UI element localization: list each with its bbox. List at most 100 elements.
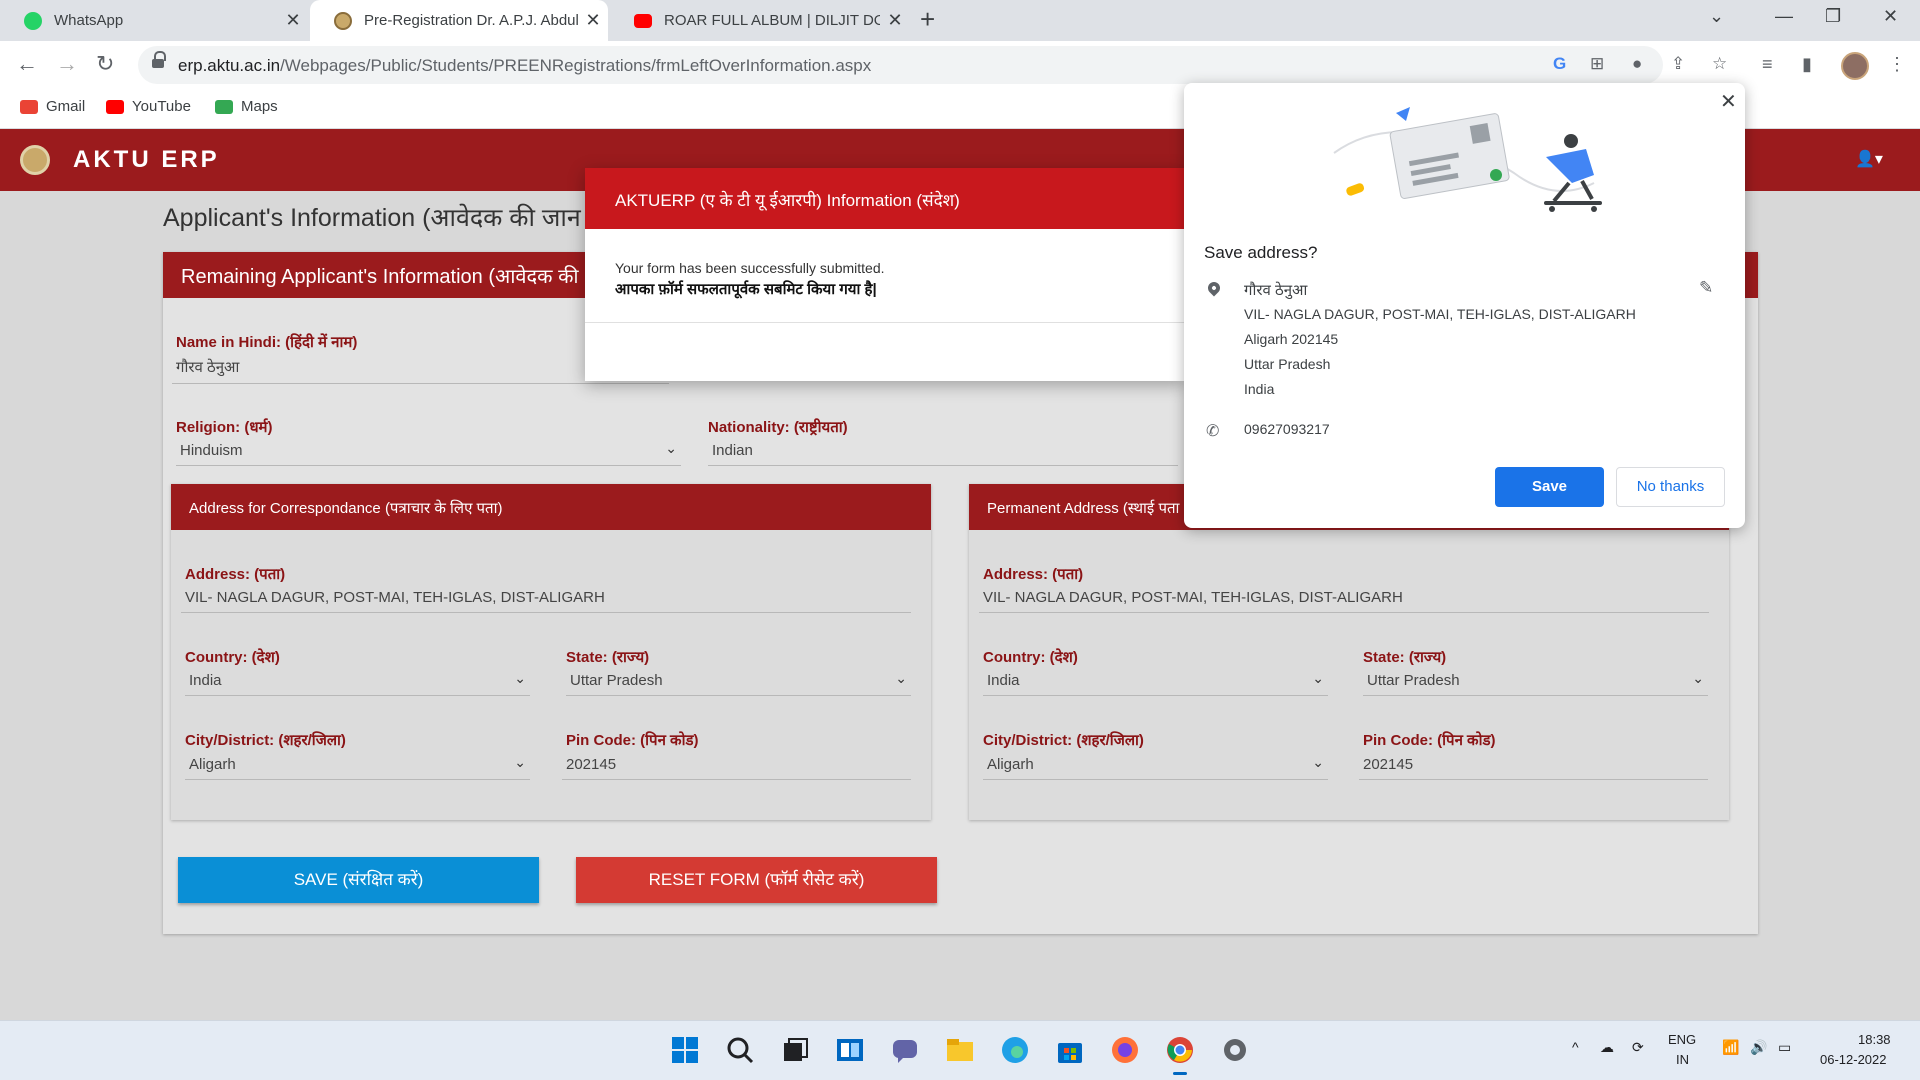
- nationality-field[interactable]: Indian: [708, 442, 1178, 466]
- bookmark-star-icon[interactable]: ☆: [1712, 54, 1727, 74]
- close-tab-icon[interactable]: ✕: [278, 10, 308, 31]
- state-select[interactable]: Uttar Pradesh ⌄: [566, 670, 911, 696]
- close-tab-icon[interactable]: ✕: [578, 10, 608, 31]
- tab-title: WhatsApp: [54, 12, 124, 29]
- modal-message-english: Your form has been successfully submitte…: [615, 260, 885, 276]
- save-address-button[interactable]: Save: [1495, 467, 1604, 507]
- address-label: Address: (पता): [983, 566, 1084, 583]
- new-tab-button[interactable]: +: [920, 4, 935, 35]
- sync-icon[interactable]: ⟳: [1632, 1039, 1644, 1056]
- chrome-icon[interactable]: [1165, 1035, 1195, 1075]
- illustration-skater: [1544, 134, 1602, 212]
- address-field[interactable]: VIL- NAGLA DAGUR, POST-MAI, TEH-IGLAS, D…: [979, 589, 1709, 613]
- country-select[interactable]: India ⌄: [983, 670, 1328, 696]
- start-menu-icon[interactable]: [670, 1035, 700, 1065]
- chevron-down-icon: ⌄: [1312, 670, 1324, 686]
- tab-pre-registration[interactable]: Pre-Registration Dr. A.P.J. Abdul ✕: [310, 0, 608, 41]
- name-hindi-label: Name in Hindi: (हिंदी में नाम): [176, 334, 358, 351]
- illustration-pill: [1346, 183, 1365, 196]
- tab-title: ROAR FULL ALBUM | DILJIT DOS: [664, 12, 880, 29]
- location-pin-icon[interactable]: ●: [1632, 54, 1642, 74]
- close-icon[interactable]: ✕: [1720, 89, 1737, 114]
- app-title: AKTU ERP: [73, 146, 220, 173]
- illustration-envelope: [1389, 113, 1510, 199]
- save-button[interactable]: SAVE (संरक्षित करें): [178, 857, 539, 903]
- forward-icon[interactable]: →: [56, 51, 78, 77]
- city-label: City/District: (शहर/जिला): [983, 732, 1144, 749]
- save-address-popup: ✕ Save address? ✎ गौरव ठेनुआ VIL- NAGLA …: [1184, 83, 1745, 528]
- translate-icon[interactable]: ⊞: [1590, 54, 1604, 74]
- google-lens-icon[interactable]: G: [1553, 54, 1566, 74]
- back-icon[interactable]: ←: [16, 51, 38, 77]
- state-select[interactable]: Uttar Pradesh ⌄: [1363, 670, 1708, 696]
- pin-code-field[interactable]: 202145: [1359, 756, 1708, 780]
- show-hidden-icons-chevron-up-icon[interactable]: ^: [1572, 1039, 1579, 1055]
- nationality-label: Nationality: (राष्ट्रीयता): [708, 419, 848, 436]
- user-menu-icon[interactable]: 👤▾: [1855, 149, 1883, 169]
- state-label: State: (राज्य): [1363, 649, 1447, 666]
- city-value: Aligarh: [189, 756, 236, 773]
- pin-code-field[interactable]: 202145: [562, 756, 911, 780]
- chevron-down-icon: ⌄: [1692, 670, 1704, 686]
- close-tab-icon[interactable]: ✕: [880, 10, 910, 31]
- task-view-icon[interactable]: [780, 1035, 810, 1065]
- aktu-favicon-icon: [334, 11, 352, 30]
- onedrive-cloud-icon[interactable]: ☁: [1600, 1039, 1614, 1056]
- url-text[interactable]: erp.aktu.ac.in/Webpages/Public/Students/…: [178, 56, 871, 76]
- gmail-icon: [20, 99, 38, 114]
- language-code[interactable]: ENG: [1668, 1032, 1696, 1047]
- file-explorer-icon[interactable]: [945, 1035, 975, 1065]
- location-pin-icon: [1205, 279, 1223, 297]
- wifi-icon[interactable]: 📶: [1722, 1039, 1739, 1056]
- bookmark-maps[interactable]: Maps: [215, 98, 278, 115]
- illustration-dot: [1490, 169, 1502, 181]
- address-bar[interactable]: erp.aktu.ac.in/Webpages/Public/Students/…: [138, 46, 1727, 84]
- close-window-button[interactable]: ✕: [1883, 6, 1898, 27]
- reload-icon[interactable]: ↻: [96, 51, 114, 77]
- bookmark-youtube[interactable]: YouTube: [106, 98, 191, 115]
- tab-youtube[interactable]: ROAR FULL ALBUM | DILJIT DOS ✕: [610, 0, 910, 41]
- tab-search-icon[interactable]: ⌄: [1709, 6, 1724, 27]
- tab-title: Pre-Registration Dr. A.P.J. Abdul: [364, 12, 578, 29]
- teams-chat-icon[interactable]: [890, 1035, 920, 1065]
- address-line-2: Aligarh 202145: [1244, 331, 1339, 347]
- minimize-button[interactable]: —: [1775, 6, 1793, 27]
- edit-pencil-icon[interactable]: ✎: [1699, 278, 1713, 298]
- tab-whatsapp[interactable]: WhatsApp ✕: [0, 0, 308, 41]
- menu-kebab-icon[interactable]: ⋮: [1888, 54, 1906, 75]
- reading-list-icon[interactable]: ≡: [1762, 54, 1773, 75]
- aktu-logo: [20, 145, 50, 175]
- firefox-icon[interactable]: [1110, 1035, 1140, 1065]
- modal-title: AKTUERP (ए के टी यू ईआरपी) Information (…: [585, 168, 1185, 229]
- settings-gear-icon[interactable]: [1220, 1035, 1250, 1065]
- battery-icon[interactable]: ▭: [1778, 1039, 1791, 1056]
- volume-icon[interactable]: 🔊: [1750, 1039, 1767, 1056]
- profile-avatar[interactable]: [1841, 52, 1869, 80]
- edge-icon[interactable]: [1000, 1035, 1030, 1065]
- store-icon[interactable]: [1055, 1035, 1085, 1065]
- clock-time[interactable]: 18:38: [1858, 1032, 1891, 1047]
- share-icon[interactable]: ⇪: [1671, 54, 1685, 74]
- city-select[interactable]: Aligarh ⌄: [983, 754, 1328, 780]
- restore-button[interactable]: ❐: [1825, 6, 1841, 27]
- whatsapp-icon: [24, 11, 42, 30]
- bookmark-label: YouTube: [132, 98, 191, 115]
- address-line-3: Uttar Pradesh: [1244, 356, 1331, 372]
- address-field[interactable]: VIL- NAGLA DAGUR, POST-MAI, TEH-IGLAS, D…: [181, 589, 911, 613]
- region-code[interactable]: IN: [1676, 1052, 1689, 1067]
- search-icon[interactable]: [725, 1035, 755, 1065]
- widgets-icon[interactable]: [835, 1035, 865, 1065]
- address-line-4: India: [1244, 381, 1275, 397]
- religion-select[interactable]: Hinduism ⌄: [176, 440, 681, 466]
- side-panel-icon[interactable]: ▮: [1802, 54, 1812, 75]
- bookmark-gmail[interactable]: Gmail: [20, 98, 85, 115]
- chevron-down-icon: ⌄: [514, 670, 526, 686]
- city-select[interactable]: Aligarh ⌄: [185, 754, 530, 780]
- reset-form-button[interactable]: RESET FORM (फॉर्म रीसेट करें): [576, 857, 937, 903]
- clock-date[interactable]: 06-12-2022: [1820, 1052, 1887, 1067]
- no-thanks-button[interactable]: No thanks: [1616, 467, 1725, 507]
- phone-icon: ✆: [1206, 423, 1220, 440]
- lock-icon[interactable]: [152, 51, 166, 70]
- country-select[interactable]: India ⌄: [185, 670, 530, 696]
- popup-title: Save address?: [1204, 243, 1318, 262]
